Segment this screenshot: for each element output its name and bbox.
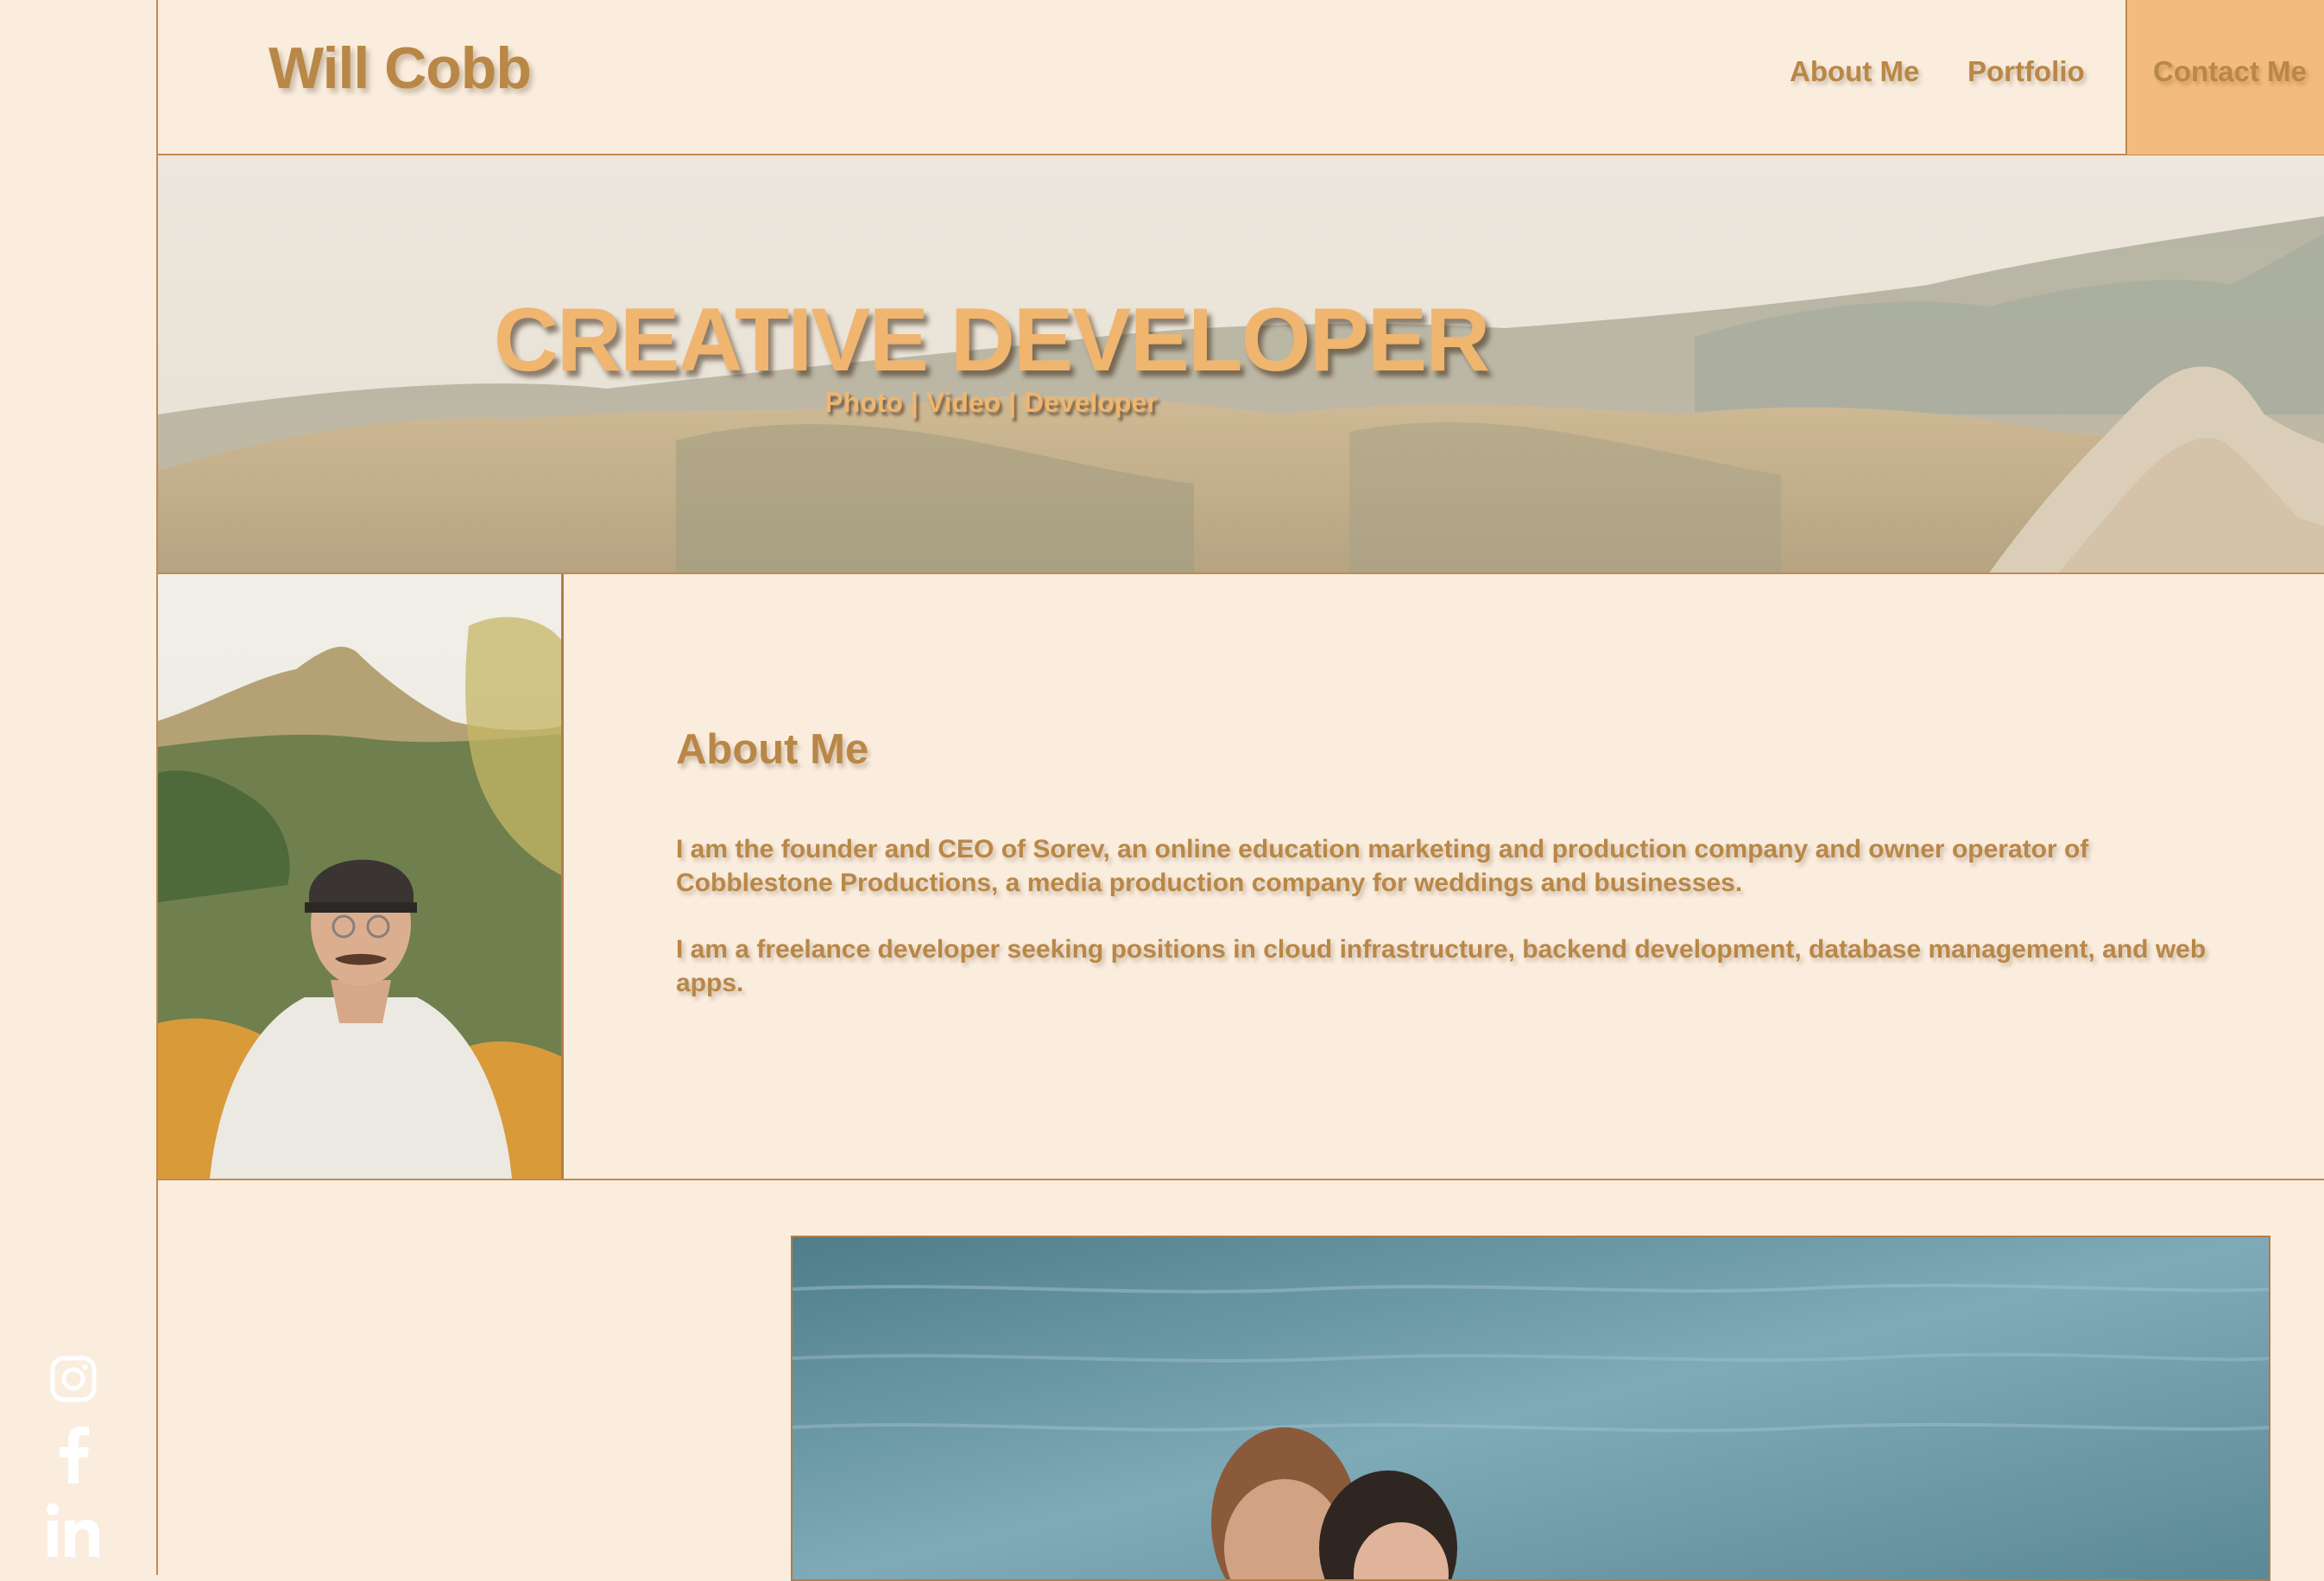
nav-contact-me-button[interactable]: Contact Me [2125,0,2324,155]
linkedin-icon [47,1503,99,1557]
linkedin-link[interactable] [43,1500,104,1560]
nav-portfolio[interactable]: Portfolio [1967,55,2085,88]
hero-banner: CREATIVE DEVELOPER Photo | Video | Devel… [158,155,2324,574]
nav-contact-me-label[interactable]: Contact Me [2153,55,2307,88]
facebook-icon [60,1426,89,1483]
hero-subtitle: Photo | Video | Developer [824,387,1158,418]
instagram-link[interactable] [43,1349,104,1409]
portfolio-photo [791,1236,2270,1581]
facebook-link[interactable] [43,1425,104,1485]
hero-title: CREATIVE DEVELOPER [493,290,1490,390]
portfolio-image-couple-water [793,1237,2269,1579]
site-logo[interactable]: Will Cobb [268,35,532,102]
about-paragraph-2: I am a freelance developer seeking posit… [676,935,2207,997]
instagram-icon [50,1356,97,1402]
header: Will Cobb About Me Portfolio Contact Me [158,0,2324,155]
portrait-photo [158,574,564,1179]
portfolio-section [158,1180,2324,1581]
social-rail [0,0,156,1575]
about-heading: About Me [676,726,869,773]
about-paragraph-1: I am the founder and CEO of Sorev, an on… [676,835,2089,897]
about-section: About Me I am the founder and CEO of Sor… [158,574,2324,1180]
nav-about-me[interactable]: About Me [1790,55,1919,88]
portrait-image [158,574,561,1179]
page-frame: Will Cobb About Me Portfolio Contact Me [156,0,2324,1581]
